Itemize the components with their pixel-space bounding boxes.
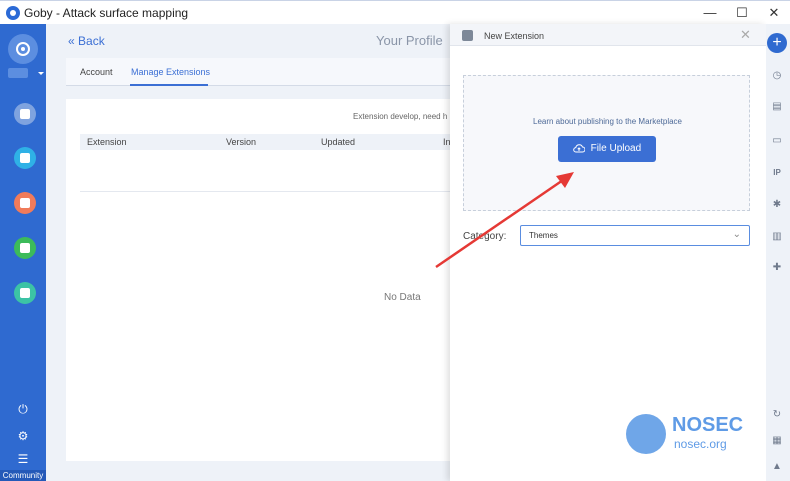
back-link[interactable]: « Back xyxy=(68,34,105,48)
puzzle-icon xyxy=(462,30,473,41)
warning-icon[interactable]: ▲ xyxy=(771,461,783,472)
left-sidebar: ⏻ ⚙ ☰ Community xyxy=(0,24,46,481)
list-icon[interactable] xyxy=(14,147,36,169)
bar-chart-icon[interactable]: ▥ xyxy=(771,231,783,242)
watermark-name: NOSEC xyxy=(672,414,744,436)
file-upload-button[interactable]: File Upload xyxy=(558,136,656,162)
rocket-icon[interactable] xyxy=(8,34,38,64)
extensions-card: Extension develop, need h Extension Vers… xyxy=(66,99,451,461)
report-icon[interactable]: ▦ xyxy=(771,435,783,446)
active-tab-indicator xyxy=(130,84,208,86)
chevron-down-icon: ⌄ xyxy=(732,229,741,240)
ip-icon[interactable]: IP xyxy=(771,167,783,178)
category-select[interactable]: Themes ⌄ xyxy=(520,225,750,246)
watermark-url: nosec.org xyxy=(674,437,727,451)
extension-icon[interactable] xyxy=(14,282,36,304)
add-button[interactable]: + xyxy=(767,33,787,53)
refresh-icon[interactable]: ↻ xyxy=(771,409,783,420)
bug-icon[interactable]: ✱ xyxy=(771,199,783,210)
table-divider xyxy=(80,191,451,192)
category-label: Category: xyxy=(463,231,507,242)
chevron-down-icon[interactable] xyxy=(38,72,44,75)
page-title: Your Profile xyxy=(376,33,443,48)
marketplace-link[interactable]: Learn about publishing to the Marketplac… xyxy=(464,117,751,126)
minimize-button[interactable]: — xyxy=(700,4,720,22)
maximize-button[interactable]: ☐ xyxy=(732,4,752,22)
bug-icon[interactable] xyxy=(14,192,36,214)
column-header: Version xyxy=(226,137,257,147)
close-icon[interactable]: ✕ xyxy=(740,27,751,43)
clock-icon[interactable]: ◷ xyxy=(771,70,783,81)
chart-icon[interactable] xyxy=(14,237,36,259)
document-icon[interactable]: ▤ xyxy=(771,101,783,112)
back-label: Back xyxy=(78,34,105,48)
tab-manage-extensions[interactable]: Manage Extensions xyxy=(131,67,210,77)
tab-account[interactable]: Account xyxy=(80,67,113,77)
profile-tabs: Account Manage Extensions xyxy=(66,58,456,86)
nosec-watermark: NOSEC nosec.org xyxy=(626,412,746,458)
menu-icon[interactable]: ☰ xyxy=(16,452,30,466)
file-upload-label: File Upload xyxy=(590,143,642,154)
right-toolbar: + ◷ ▤ ▭ IP ✱ ▥ ✚ ↻ ▦ ▲ xyxy=(766,24,790,481)
category-value: Themes xyxy=(529,231,558,240)
server-icon[interactable] xyxy=(14,103,36,125)
nosec-logo-icon xyxy=(626,414,666,454)
table-header: Extension Version Updated In xyxy=(80,134,451,150)
close-window-button[interactable]: ✕ xyxy=(764,4,784,22)
puzzle-icon[interactable]: ✚ xyxy=(771,262,783,273)
drawer-header: New Extension ✕ xyxy=(450,24,766,46)
column-header: Extension xyxy=(87,137,127,147)
goby-logo-icon xyxy=(6,6,20,20)
window-titlebar: Goby - Attack surface mapping — ☐ ✕ xyxy=(0,0,790,24)
settings-icon[interactable]: ⚙ xyxy=(16,429,30,443)
community-badge[interactable]: Community xyxy=(0,470,46,481)
upload-dropzone[interactable]: Learn about publishing to the Marketplac… xyxy=(463,75,750,211)
drawer-title: New Extension xyxy=(484,31,545,41)
double-chevron-left-icon: « xyxy=(68,34,75,48)
empty-state-text: No Data xyxy=(384,292,421,303)
user-avatar[interactable] xyxy=(8,68,28,78)
cloud-upload-icon xyxy=(573,144,586,153)
power-icon[interactable]: ⏻ xyxy=(16,402,30,416)
monitor-icon[interactable]: ▭ xyxy=(771,135,783,146)
extension-develop-hint: Extension develop, need h xyxy=(353,112,448,121)
column-header: Updated xyxy=(321,137,356,147)
window-title: Goby - Attack surface mapping xyxy=(24,6,189,20)
